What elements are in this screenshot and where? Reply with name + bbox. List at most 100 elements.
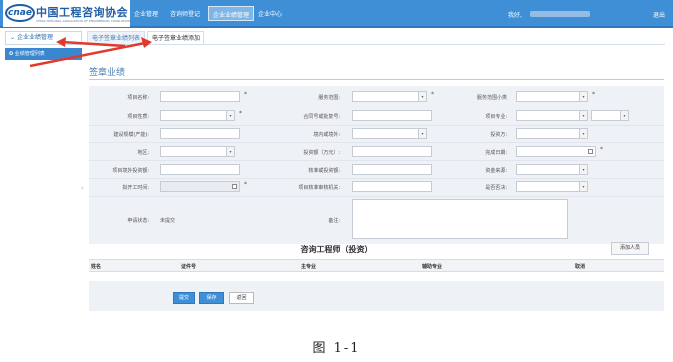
apply-status-value: 未提交 xyxy=(160,218,176,224)
logo-subtitle: CHINA NATIONAL ASSOCIATION OF ENGINEERIN… xyxy=(36,19,133,23)
user-name-redacted xyxy=(530,11,590,17)
chevron-down-icon: ▾ xyxy=(579,129,587,138)
required-mark: * xyxy=(244,91,247,98)
chevron-down-icon: ▾ xyxy=(418,92,426,101)
column-header: 取消 xyxy=(575,264,586,270)
label-is-rejected: 是否否决: xyxy=(485,185,507,191)
calendar-icon[interactable] xyxy=(588,149,593,154)
label-investment: 投资额（万元）: xyxy=(303,150,340,156)
service-scope-sub-select[interactable]: ▾ xyxy=(516,91,588,102)
approval-org-input[interactable] xyxy=(352,181,432,192)
column-header: 辅助专业 xyxy=(422,264,443,270)
investor-select[interactable]: ▾ xyxy=(516,128,588,139)
nav-consultant-registration[interactable]: 咨询师登记 xyxy=(170,9,200,18)
label-overseas-investment: 项目境外投资额: xyxy=(112,168,149,174)
investment-input[interactable] xyxy=(352,146,432,157)
chevron-down-icon: ▾ xyxy=(579,165,587,174)
label-contract-no: 合同号或批复号: xyxy=(303,114,340,120)
sidebar-item-performance-list[interactable]: ✪ 业绩管理列表 xyxy=(5,48,82,60)
label-project-name: 项目名称: xyxy=(127,95,149,101)
row-divider xyxy=(89,125,664,126)
label-scale: 建设规模(产能): xyxy=(113,132,149,138)
label-apply-status: 申请状态: xyxy=(127,218,149,224)
project-major-sub-select[interactable]: ▾ xyxy=(591,110,629,121)
domestic-overseas-select[interactable]: ▾ xyxy=(352,128,427,139)
sidebar-group-performance[interactable]: ⌄ 企业业绩管理 xyxy=(5,31,82,45)
finish-date-input[interactable] xyxy=(516,146,596,157)
required-mark: * xyxy=(600,146,603,153)
service-scope-select[interactable]: ▾ xyxy=(352,91,427,102)
top-nav-bar: cnae 中国工程咨询协会 CHINA NATIONAL ASSOCIATION… xyxy=(0,0,673,28)
label-region: 地区: xyxy=(137,150,149,156)
required-mark: * xyxy=(592,91,595,98)
is-rejected-select[interactable]: ▾ xyxy=(516,181,588,192)
sidebar-group-label: 企业业绩管理 xyxy=(16,34,53,41)
figure-caption: 图 1-1 xyxy=(312,341,361,356)
label-start-date: 拟开工时间: xyxy=(122,185,149,191)
user-greeting: 我好, xyxy=(508,12,522,19)
approved-investment-input[interactable] xyxy=(352,164,432,175)
column-header: 主专业 xyxy=(301,264,317,270)
chevron-down-icon: ▾ xyxy=(226,111,234,120)
sidebar-item-label: 业绩管理列表 xyxy=(14,51,45,57)
project-nature-select[interactable]: ▾ xyxy=(160,110,235,121)
contract-no-input[interactable] xyxy=(352,110,432,121)
submit-button[interactable]: 提交 xyxy=(173,292,195,304)
site-logo[interactable]: cnae 中国工程咨询协会 CHINA NATIONAL ASSOCIATION… xyxy=(3,0,133,27)
chevron-down-icon: ▾ xyxy=(579,182,587,191)
tab-esign-add[interactable]: 电子签章业绩添加 xyxy=(147,31,204,45)
logout-link[interactable]: 退出 xyxy=(653,10,665,19)
add-person-button[interactable]: 添加人员 xyxy=(611,242,649,255)
label-remark: 备注: xyxy=(328,218,340,224)
label-fund-source: 资金来源: xyxy=(485,168,507,174)
chevron-down-icon: ▾ xyxy=(620,111,628,120)
label-service-scope-sub: 服务范围小类 xyxy=(476,95,507,101)
row-divider xyxy=(89,160,664,161)
row-divider xyxy=(89,196,664,197)
label-service-scope: 服务范围: xyxy=(318,95,340,101)
remark-textarea[interactable] xyxy=(352,199,568,239)
fund-source-select[interactable]: ▾ xyxy=(516,164,588,175)
label-project-nature: 项目性质: xyxy=(127,114,149,120)
nav-enterprise-management[interactable]: 企业管理 xyxy=(134,9,158,18)
save-button[interactable]: 保存 xyxy=(199,292,224,304)
required-mark: * xyxy=(244,181,247,188)
chevron-down-icon: ▾ xyxy=(418,129,426,138)
required-mark: * xyxy=(239,110,242,117)
chevron-down-icon: ▾ xyxy=(226,147,234,156)
collapse-sidebar-icon[interactable]: ‹ xyxy=(81,185,83,192)
label-approval-org: 项目核准审核机关: xyxy=(298,185,340,191)
nav-performance-management[interactable]: 企业业绩管理 xyxy=(208,6,255,21)
tab-divider xyxy=(85,44,665,45)
required-mark: * xyxy=(431,91,434,98)
chevron-down-icon: ▾ xyxy=(579,92,587,101)
consultants-title: 咨询工程师（投资） xyxy=(300,245,373,254)
logo-mark: cnae xyxy=(5,4,35,22)
scale-input[interactable] xyxy=(160,128,240,139)
start-date-input[interactable] xyxy=(160,181,240,192)
project-name-input[interactable] xyxy=(160,91,240,102)
form-title-divider xyxy=(89,79,664,80)
label-approved-investment: 核准或投资额: xyxy=(308,168,340,174)
calendar-icon[interactable] xyxy=(232,184,237,189)
column-header: 证件号 xyxy=(181,264,197,270)
label-domestic-overseas: 境内或境外: xyxy=(313,132,340,138)
nav-enterprise-center[interactable]: 企业中心 xyxy=(258,9,282,18)
project-major-select[interactable]: ▾ xyxy=(516,110,588,121)
chevron-down-icon: ⌄ xyxy=(10,34,17,41)
tab-esign-list[interactable]: 电子签章业绩列表 xyxy=(87,31,145,45)
label-finish-date: 完成日期: xyxy=(485,150,507,156)
back-button[interactable]: 返回 xyxy=(229,292,254,304)
label-investor: 投资方: xyxy=(490,132,507,138)
label-project-major: 项目专业: xyxy=(485,114,507,120)
consultants-table-header: 姓名 证件号 主专业 辅助专业 取消 xyxy=(89,259,664,272)
row-divider xyxy=(89,142,664,143)
form-title: 签章业绩 xyxy=(89,68,126,78)
column-header: 姓名 xyxy=(91,264,102,270)
logo-title: 中国工程咨询协会 xyxy=(36,6,128,19)
overseas-investment-input[interactable] xyxy=(160,164,240,175)
chevron-down-icon: ▾ xyxy=(579,111,587,120)
region-select[interactable]: ▾ xyxy=(160,146,235,157)
row-divider xyxy=(89,178,664,179)
screenshot-canvas: cnae 中国工程咨询协会 CHINA NATIONAL ASSOCIATION… xyxy=(0,0,673,362)
